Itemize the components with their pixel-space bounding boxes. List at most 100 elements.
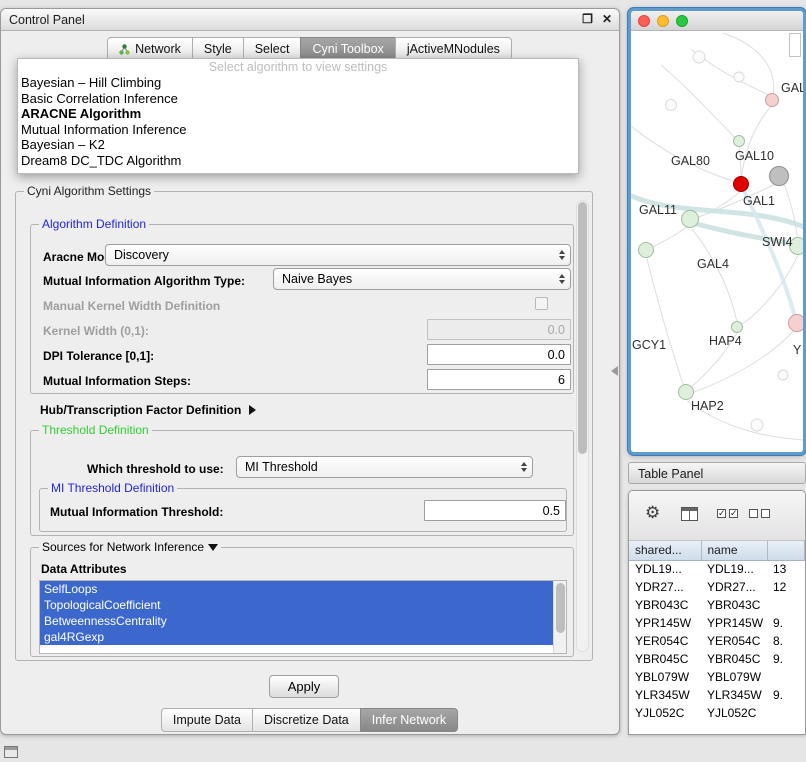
cell[interactable]: YDR27... — [701, 578, 767, 596]
algorithm-option[interactable]: Mutual Information Inference — [18, 122, 578, 138]
collapse-down-icon[interactable] — [208, 544, 218, 551]
gear-icon[interactable]: ⚙ — [645, 503, 660, 523]
sources-legend: Sources for Network Inference — [42, 540, 204, 554]
algorithm-option[interactable]: Bayesian – K2 — [18, 137, 578, 153]
table-row[interactable]: YJL052C YJL052C — [629, 704, 805, 722]
cell[interactable]: YDL19... — [629, 560, 701, 578]
algorithm-option[interactable]: Basic Correlation Inference — [18, 91, 578, 107]
column-header[interactable]: name — [701, 541, 767, 560]
table-row[interactable]: YER054C YER054C 8. — [629, 632, 805, 650]
network-node-highlighted[interactable] — [733, 176, 749, 192]
deselect-all-icon[interactable] — [749, 509, 770, 518]
attribute-list-scrollbar[interactable] — [553, 581, 566, 653]
cell[interactable]: 9. — [767, 686, 805, 704]
attribute-item-selected[interactable]: gal4RGexp — [40, 629, 553, 645]
mac-close-button[interactable] — [638, 15, 650, 27]
cell[interactable]: YDR27... — [629, 578, 701, 596]
dpi-tolerance-field[interactable] — [427, 344, 571, 365]
cell[interactable]: 9. — [767, 650, 805, 668]
aracne-mode-select[interactable]: Discovery — [105, 244, 571, 266]
splitter-collapse-icon[interactable] — [611, 366, 618, 376]
tab-infer-network[interactable]: Infer Network — [360, 708, 458, 732]
cell[interactable]: YBR043C — [701, 596, 767, 614]
network-node[interactable] — [788, 314, 803, 332]
algorithm-option-selected[interactable]: ARACNE Algorithm — [18, 106, 578, 122]
table-row[interactable]: YBR043C YBR043C — [629, 596, 805, 614]
expand-right-icon — [249, 405, 256, 415]
network-scrollbar[interactable] — [789, 33, 801, 57]
network-node[interactable] — [638, 242, 654, 258]
network-window-titlebar — [631, 11, 803, 31]
manual-kernel-checkbox[interactable] — [535, 297, 548, 310]
cell[interactable]: YDL19... — [701, 560, 767, 578]
column-header[interactable] — [767, 541, 805, 560]
cell[interactable]: YJL052C — [701, 704, 767, 722]
control-panel-titlebar: Control Panel ❐ ✕ — [1, 9, 619, 31]
mac-zoom-button[interactable] — [676, 15, 688, 27]
table-row[interactable]: YPR145W YPR145W 9. — [629, 614, 805, 632]
cell[interactable]: 13 — [767, 560, 805, 578]
scrollbar-thumb[interactable] — [578, 202, 587, 454]
attribute-item-selected[interactable]: TopologicalCoefficient — [40, 597, 553, 613]
select-all-icon[interactable] — [717, 509, 738, 518]
restore-panel-icon[interactable] — [4, 746, 18, 758]
column-header[interactable]: shared... — [629, 541, 701, 560]
network-node[interactable] — [765, 93, 779, 107]
cell[interactable]: 9. — [767, 614, 805, 632]
cell[interactable]: YLR345W — [701, 686, 767, 704]
tab-discretize-data[interactable]: Discretize Data — [252, 708, 361, 732]
cell[interactable]: YBR045C — [629, 650, 701, 668]
table-row[interactable]: YDR27... YDR27... 12 — [629, 578, 805, 596]
tab-impute-data[interactable]: Impute Data — [161, 708, 253, 732]
cell[interactable]: YBR045C — [701, 650, 767, 668]
cell[interactable]: 12 — [767, 578, 805, 596]
mi-type-label: Mutual Information Algorithm Type: — [43, 274, 245, 288]
control-panel-window: Control Panel ❐ ✕ Network — [0, 8, 620, 735]
mac-minimize-button[interactable] — [657, 15, 669, 27]
cell[interactable]: 8. — [767, 632, 805, 650]
algorithm-option[interactable]: Dream8 DC_TDC Algorithm — [18, 153, 578, 169]
table-row[interactable]: YBL079W YBL079W — [629, 668, 805, 686]
network-node[interactable] — [678, 384, 694, 400]
cell[interactable]: YBR043C — [629, 596, 701, 614]
network-canvas[interactable]: GAL80 GAL10 GAL11 GAL1 SWI4 GAL4 GCY1 HA… — [631, 31, 803, 452]
cell[interactable]: YBL079W — [629, 668, 701, 686]
network-node[interactable] — [769, 166, 789, 186]
cell[interactable] — [767, 668, 805, 686]
network-node[interactable] — [733, 135, 745, 147]
cell[interactable]: YJL052C — [629, 704, 701, 722]
mi-steps-field[interactable] — [427, 369, 571, 390]
table-row[interactable]: YBR045C YBR045C 9. — [629, 650, 805, 668]
cell[interactable]: YER054C — [701, 632, 767, 650]
attribute-item-selected[interactable]: SelfLoops — [40, 581, 553, 597]
cell[interactable] — [767, 596, 805, 614]
table-row[interactable]: YDL19... YDL19... 13 — [629, 560, 805, 578]
which-threshold-select[interactable]: MI Threshold — [236, 456, 533, 478]
hub-section-toggle[interactable]: Hub/Transcription Factor Definition — [40, 403, 256, 417]
cell[interactable]: YPR145W — [629, 614, 701, 632]
cell[interactable]: YPR145W — [701, 614, 767, 632]
cell[interactable] — [767, 704, 805, 722]
columns-icon[interactable] — [681, 507, 698, 521]
float-window-icon[interactable]: ❐ — [582, 12, 593, 26]
threshold-legend: Threshold Definition — [42, 423, 149, 437]
attribute-item-selected[interactable]: BetweennessCentrality — [40, 613, 553, 629]
mi-threshold-field[interactable] — [424, 500, 566, 521]
close-icon[interactable]: ✕ — [602, 12, 612, 26]
network-node[interactable] — [731, 321, 743, 333]
cell[interactable]: YER054C — [629, 632, 701, 650]
unchecked-box-icon — [761, 509, 770, 518]
kernel-width-field[interactable] — [427, 319, 571, 340]
cell[interactable]: YBL079W — [701, 668, 767, 686]
settings-scrollbar[interactable] — [576, 200, 589, 652]
settings-legend: Cyni Algorithm Settings — [27, 184, 151, 198]
algorithm-option[interactable]: Bayesian – Hill Climbing — [18, 75, 578, 91]
table-row[interactable]: YLR345W YLR345W 9. — [629, 686, 805, 704]
apply-button[interactable]: Apply — [269, 675, 339, 698]
algorithm-definition-legend: Algorithm Definition — [42, 217, 146, 231]
scrollbar-thumb[interactable] — [556, 583, 565, 633]
cell[interactable]: YLR345W — [629, 686, 701, 704]
mi-type-select[interactable]: Naive Bayes — [273, 268, 571, 290]
network-node[interactable] — [681, 210, 699, 228]
checked-box-icon — [717, 509, 726, 518]
